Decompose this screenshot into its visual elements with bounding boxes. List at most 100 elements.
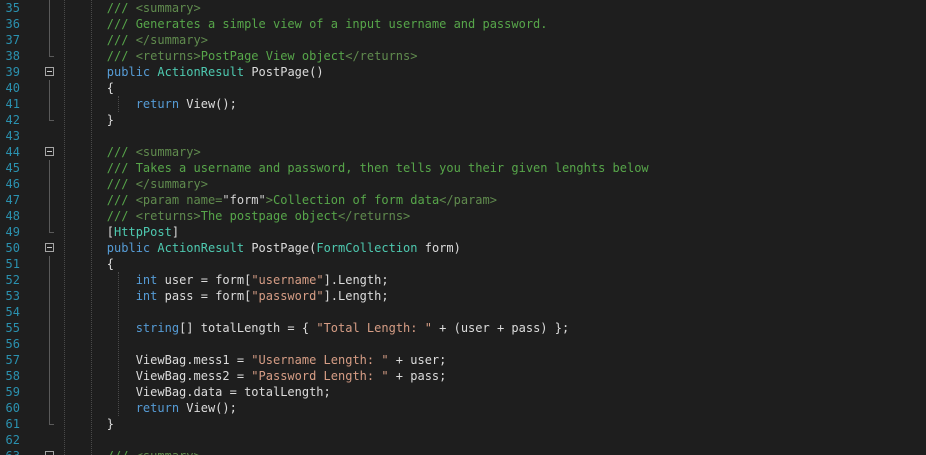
code-text[interactable]: } [49,112,114,128]
code-line[interactable]: 43 [0,128,926,144]
code-text[interactable]: /// Takes a username and password, then … [49,160,649,176]
code-editor[interactable]: 35 /// <summary> 36 /// Generates a simpl… [0,0,926,455]
code-line[interactable]: 51 { [0,256,926,272]
code-token: </summary> [135,33,208,47]
code-token: <summary> [135,1,201,15]
code-line[interactable]: 57 ViewBag.mess1 = "Username Length: " +… [0,352,926,368]
code-token: </returns> [345,49,418,63]
code-token: { [49,81,115,95]
code-text[interactable]: string[] totalLength = { "Total Length: … [49,320,570,336]
code-line[interactable]: 46 /// </summary> [0,176,926,192]
code-text[interactable]: return View(); [49,96,237,112]
code-text[interactable]: /// </summary> [49,32,208,48]
code-line[interactable]: 55 string[] totalLength = { "Total Lengt… [0,320,926,336]
code-text[interactable]: { [49,256,114,272]
code-text[interactable]: /// <returns>PostPage View object</retur… [49,48,418,64]
code-token: form) [417,241,461,255]
code-text[interactable]: } [49,416,114,432]
code-text[interactable]: /// Generates a simple view of a input u… [49,16,548,32]
code-line[interactable]: 48 /// <returns>The postpage object</ret… [0,208,926,224]
code-text[interactable]: /// <param name="form">Collection of for… [49,192,497,208]
code-token: [] totalLength = { [179,321,317,335]
code-token: <summary> [136,449,201,455]
code-token: /// [49,1,136,15]
code-line[interactable]: 54 [0,304,926,320]
code-token: + user; [388,353,447,367]
line-number: 49 [5,225,20,239]
code-text[interactable]: public ActionResult PostPage() [49,64,324,80]
code-line[interactable]: 63 /// <summary> [0,448,926,455]
code-token: <returns> [135,49,201,63]
code-token: PostPage() [244,65,324,79]
code-token: pass = form[ [157,289,252,303]
line-number: 59 [5,385,20,399]
code-text[interactable]: public ActionResult PostPage(FormCollect… [49,240,461,256]
code-line[interactable]: 47 /// <param name="form">Collection of … [0,192,926,208]
code-token: ] [171,225,180,239]
code-line[interactable]: 61 } [0,416,926,432]
code-token: <param name= [135,193,223,207]
code-token: /// [49,33,136,47]
code-token: { [49,257,115,271]
code-text[interactable]: { [49,80,114,96]
code-token: </returns> [338,209,411,223]
code-line[interactable]: 39 public ActionResult PostPage() [0,64,926,80]
code-line[interactable]: 40 { [0,80,926,96]
code-line[interactable]: 38 /// <returns>PostPage View object</re… [0,48,926,64]
code-line[interactable]: 53 int pass = form["password"].Length; [0,288,926,304]
line-number: 51 [5,257,20,271]
code-line[interactable]: 35 /// <summary> [0,0,926,16]
code-text[interactable]: return View(); [49,400,237,416]
code-line[interactable]: 59 ViewBag.data = totalLength; [0,384,926,400]
code-text[interactable]: /// </summary> [49,176,208,192]
code-line[interactable]: 49 [HttpPost] [0,224,926,240]
code-line[interactable]: 45 /// Takes a username and password, th… [0,160,926,176]
code-token: View(); [179,97,237,111]
code-line[interactable]: 60 return View(); [0,400,926,416]
code-text[interactable]: int pass = form["password"].Length; [49,288,389,304]
code-text[interactable]: ViewBag.data = totalLength; [49,384,331,400]
code-token: return [135,97,180,111]
code-token: int [135,273,158,287]
line-number: 46 [5,177,20,191]
code-text[interactable]: [HttpPost] [49,224,179,240]
code-text[interactable]: int user = form["username"].Length; [49,272,389,288]
line-number: 58 [5,369,20,383]
code-token: /// Generates a simple view of a input u… [49,17,548,31]
code-token: ActionResult [157,241,245,255]
code-token: /// [49,49,136,63]
code-line[interactable]: 50 public ActionResult PostPage(FormColl… [0,240,926,256]
code-token: HttpPost [114,225,172,239]
code-text[interactable]: ViewBag.mess1 = "Username Length: " + us… [49,352,447,368]
code-token: Collection of form data [273,193,440,207]
code-line[interactable]: 52 int user = form["username"].Length; [0,272,926,288]
code-token: </param> [439,193,497,207]
code-line[interactable]: 58 ViewBag.mess2 = "Password Length: " +… [0,368,926,384]
line-number: 41 [5,97,20,111]
code-token: ].Length; [323,289,389,303]
code-token: The postpage object [200,209,339,223]
line-number: 55 [5,321,20,335]
code-token: "form" [222,193,266,207]
line-number: 63 [0,448,20,455]
code-text[interactable]: /// <summary> [49,0,201,16]
code-line[interactable]: 41 return View(); [0,96,926,112]
code-text[interactable]: /// <summary> [49,144,201,160]
code-token: /// Takes a username and password, then … [49,161,649,175]
code-text[interactable]: ViewBag.mess2 = "Password Length: " + pa… [49,368,447,384]
code-line[interactable]: 56 [0,336,926,352]
code-line[interactable]: 36 /// Generates a simple view of a inpu… [0,16,926,32]
code-token: int [135,289,158,303]
code-line[interactable]: 44 /// <summary> [0,144,926,160]
code-line[interactable]: 42 } [0,112,926,128]
code-text[interactable]: /// <summary> [49,448,201,455]
code-line[interactable]: 62 [0,432,926,448]
line-number: 42 [5,113,20,127]
line-number: 57 [5,353,20,367]
line-number: 54 [5,305,20,319]
code-line[interactable]: 37 /// </summary> [0,32,926,48]
code-text[interactable]: /// <returns>The postpage object</return… [49,208,410,224]
